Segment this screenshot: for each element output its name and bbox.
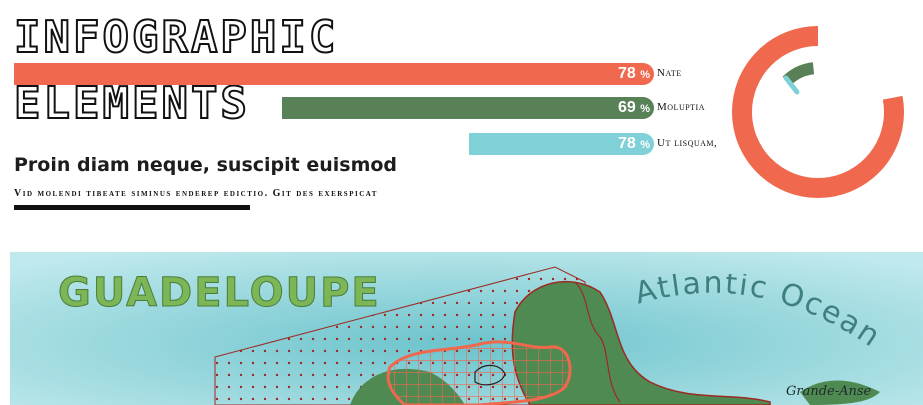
town-label: Grande-Anse xyxy=(786,384,872,399)
ocean-label: Atlantic Ocean xyxy=(631,266,896,372)
bar-label-ut-lisquam: Ut lisquam, xyxy=(657,137,718,149)
donut-chart xyxy=(732,26,904,198)
donut-ring-outer xyxy=(732,26,904,198)
progress-bar-nate: 78 % xyxy=(14,63,654,85)
bar-percent-moluptia: 69 % xyxy=(617,99,650,116)
donut-ring-middle xyxy=(768,61,868,162)
title-elements: ELEMENTS xyxy=(13,78,250,129)
bar-label-moluptia: Moluptia xyxy=(657,101,705,113)
subtitle: Proin diam neque, suscipit euismod xyxy=(14,154,398,176)
caption: Vid molendi tibeate siminus enderep edic… xyxy=(14,188,378,199)
bar-percent-nate: 78 % xyxy=(617,65,650,82)
bar-label-nate: Nate xyxy=(657,67,682,79)
caption-underline xyxy=(14,205,250,210)
progress-bar-ut-lisquam: 78 % xyxy=(469,133,654,155)
svg-text:Atlantic Ocean: Atlantic Ocean xyxy=(636,274,888,355)
ocean-label-curve: Atlantic Ocean xyxy=(631,266,888,355)
map-title: GUADELOUPE xyxy=(58,270,381,317)
ocean-label-text: Atlantic Ocean xyxy=(631,266,885,355)
bar-percent-ut-lisquam: 78 % xyxy=(617,135,650,152)
progress-bar-moluptia: 69 % xyxy=(282,97,654,119)
title-infographic: INFOGRAPHIC xyxy=(13,12,339,63)
